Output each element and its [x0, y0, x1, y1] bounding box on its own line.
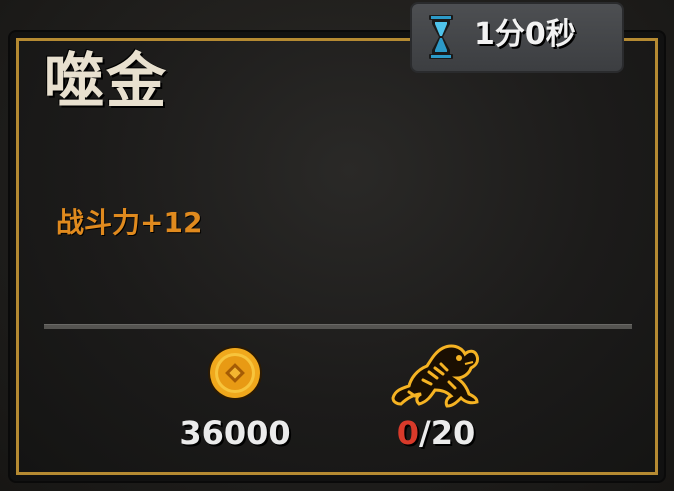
- tiger-icon: [391, 344, 479, 408]
- divider: [44, 324, 632, 329]
- timer-text: 1分0秒: [474, 17, 576, 52]
- hourglass-icon: [429, 15, 453, 59]
- power-bonus-text: 战斗力+12: [56, 206, 203, 239]
- tiger-owned-count: 0: [396, 414, 420, 452]
- timer-badge: 1分0秒: [410, 2, 624, 73]
- gold-coin-icon: [208, 346, 262, 400]
- tiger-cost-count: 0/20: [372, 417, 500, 449]
- tiger-required-count: /20: [419, 414, 476, 452]
- upgrade-screen: 噬金 战斗力+12 1分0秒 36000 0/20: [0, 0, 674, 491]
- item-title: 噬金: [44, 47, 168, 117]
- coin-cost-amount: 36000: [179, 414, 291, 452]
